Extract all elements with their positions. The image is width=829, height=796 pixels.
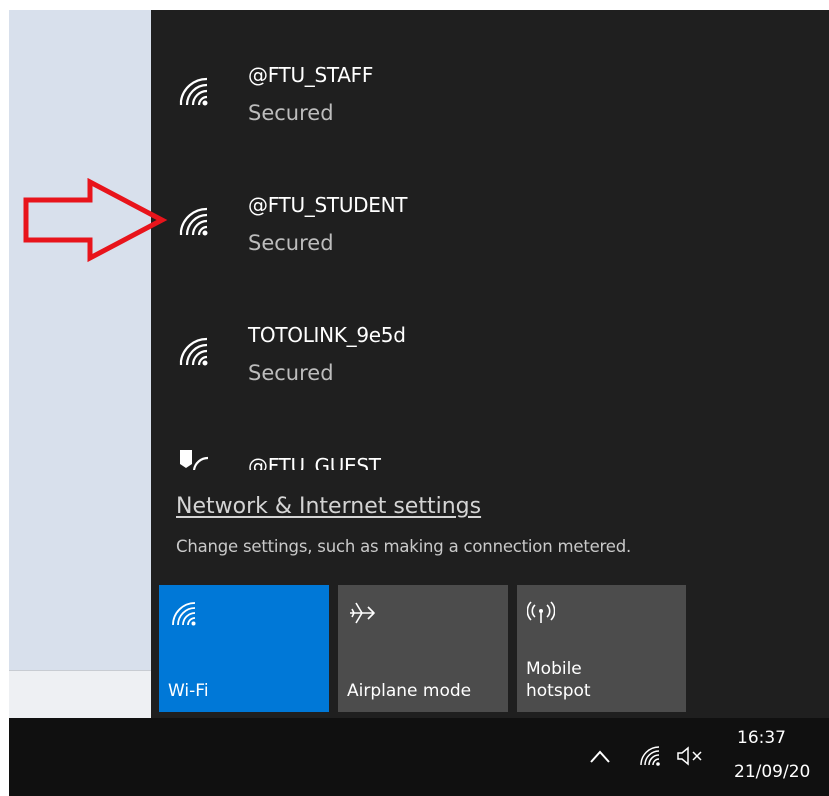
tile-label: Wi-Fi <box>168 681 209 701</box>
tile-label: Airplane mode <box>347 681 472 701</box>
wifi-signal-icon <box>179 337 208 366</box>
hotspot-icon <box>527 601 555 623</box>
network-internet-settings-link[interactable]: Network & Internet settings <box>176 494 481 519</box>
network-name: TOTOLINK_9e5d <box>248 323 406 347</box>
taskbar: 16:37 21/09/20 <box>9 718 829 796</box>
speaker-muted-icon[interactable] <box>676 745 706 767</box>
wifi-signal-icon <box>179 77 208 106</box>
network-item-ftu-student[interactable]: @FTU_STUDENT Secured <box>151 193 829 303</box>
network-name: @FTU_GUEST <box>248 454 381 470</box>
network-item-ftu-staff[interactable]: @FTU_STAFF Secured <box>151 63 829 173</box>
clock-time[interactable]: 16:37 <box>737 728 786 748</box>
network-item-ftu-guest[interactable]: @FTU_GUEST <box>151 440 829 470</box>
wifi-icon[interactable] <box>639 745 661 767</box>
network-flyout: @FTU_STAFF Secured @FTU_STUDENT Secured … <box>151 10 829 718</box>
wifi-toggle-tile[interactable]: Wi-Fi <box>159 585 329 712</box>
wifi-signal-icon <box>179 207 208 236</box>
clock-date[interactable]: 21/09/20 <box>734 762 810 782</box>
mobile-hotspot-tile[interactable]: Mobile hotspot <box>517 585 686 712</box>
desktop-background-lower <box>9 670 151 719</box>
network-status: Secured <box>248 361 334 385</box>
chevron-up-icon[interactable] <box>589 748 611 764</box>
wifi-icon <box>172 602 196 626</box>
shield-warning-icon <box>180 450 208 470</box>
annotation-arrow <box>23 178 168 263</box>
settings-description: Change settings, such as making a connec… <box>176 537 632 556</box>
network-name: @FTU_STUDENT <box>248 193 408 217</box>
airplane-mode-tile[interactable]: Airplane mode <box>338 585 508 712</box>
tile-label: Mobile hotspot <box>526 659 591 701</box>
network-status: Secured <box>248 101 334 125</box>
airplane-icon <box>350 602 375 624</box>
network-status: Secured <box>248 231 334 255</box>
network-item-totolink[interactable]: TOTOLINK_9e5d Secured <box>151 323 829 433</box>
desktop-background <box>9 10 151 670</box>
network-name: @FTU_STAFF <box>248 63 374 87</box>
